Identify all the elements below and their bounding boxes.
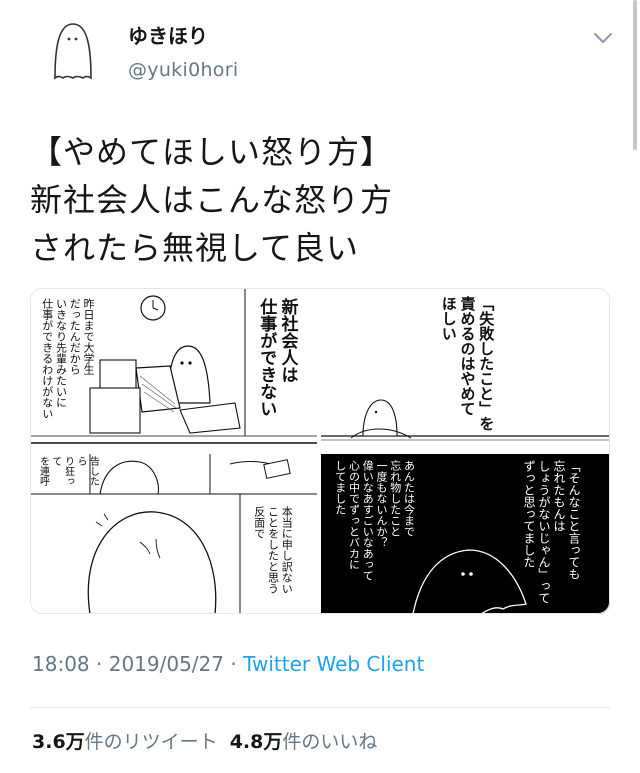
- tweet-meta: 18:08 · 2019/05/27 · Twitter Web Client: [32, 652, 424, 676]
- divider: [30, 707, 610, 708]
- meta-separator: ·: [89, 652, 109, 676]
- likes-count: 4.8万: [229, 731, 283, 753]
- tweet-line: されたら無視して良い: [30, 229, 360, 267]
- retweets-stat[interactable]: 3.6万件のリツイート: [32, 731, 218, 753]
- user-info: ゆきほり @yuki0hori: [128, 20, 238, 81]
- scrollbar[interactable]: [633, 0, 637, 150]
- retweets-count: 3.6万: [32, 731, 85, 753]
- comic-panel-2[interactable]: 「失敗したこと」を 責めるのはやめて ほしい: [321, 288, 610, 450]
- panel-4-right-text: 「そんなこと言っても 忘れたもんは しょうがないじゃん」って ずっと思ってました: [522, 460, 581, 604]
- tweet-client-link[interactable]: Twitter Web Client: [243, 652, 424, 676]
- panel-1-caption: 新社会人は 仕事ができない: [256, 298, 298, 417]
- meta-separator: ·: [224, 652, 244, 676]
- comic-panel-3[interactable]: 告したら り狂って を連呼 本当に申し訳ない ことをしたと思う 反面で: [30, 454, 317, 614]
- comic-panel-1[interactable]: 昨日まで大学生 だったんだから いきなり先輩みたいに 仕事ができるわけがない 新社会人…: [30, 288, 317, 450]
- panel-4-left-text: あんたは今まで 忘れ物したこと 一度もないんか？ 偉いなあすごいなあって 心の中でずっと…: [333, 460, 416, 581]
- likes-label: 件のいいね: [282, 731, 378, 753]
- avatar[interactable]: [33, 6, 113, 86]
- tweet-time[interactable]: 18:08: [32, 652, 90, 676]
- tweet-text: 【やめてほしい怒り方】 新社会人はこんな怒り方 されたら無視して良い: [30, 128, 610, 272]
- tweet-stats: 3.6万件のリツイート 4.8万件のいいね: [32, 727, 377, 754]
- likes-stat[interactable]: 4.8万件のいいね: [230, 731, 378, 753]
- tweet-line: 【やめてほしい怒り方】: [30, 133, 394, 171]
- tweet-line: 新社会人はこんな怒り方: [30, 181, 394, 219]
- panel-3-left-text: 告したら り狂って を連呼: [37, 456, 99, 486]
- display-name[interactable]: ゆきほり: [128, 20, 238, 49]
- panel-2-caption: 「失敗したこと」を 責めるのはやめて ほしい: [439, 296, 496, 431]
- panel-3-right-text: 本当に申し訳ない ことをしたと思う 反面で: [252, 506, 294, 594]
- tweet-date[interactable]: 2019/05/27: [109, 652, 224, 676]
- comic-panel-4[interactable]: 「そんなこと言っても 忘れたもんは しょうがないじゃん」って ずっと思ってました あん…: [321, 454, 610, 614]
- ghost-avatar-icon: [54, 23, 92, 80]
- tweet-media-grid: 昨日まで大学生 だったんだから いきなり先輩みたいに 仕事ができるわけがない 新社会人…: [30, 288, 610, 614]
- retweets-label: 件のリツイート: [84, 731, 218, 753]
- panel-1-speech: 昨日まで大学生 だったんだから いきなり先輩みたいに 仕事ができるわけがない: [40, 298, 95, 419]
- user-handle[interactable]: @yuki0hori: [128, 59, 238, 81]
- chevron-down-icon[interactable]: [592, 30, 614, 46]
